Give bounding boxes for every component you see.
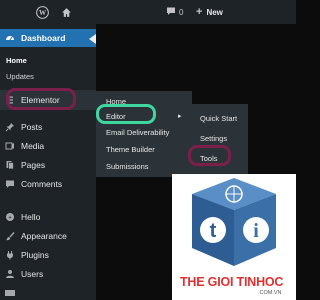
sidebar-item-label: Users	[21, 269, 44, 279]
submenu-item-updates[interactable]: Updates	[0, 69, 96, 83]
sidebar-item-hello[interactable]: + Hello	[0, 208, 96, 226]
highlight-ring-tools	[188, 145, 231, 166]
chevron-right-icon: ▸	[178, 113, 182, 120]
sidebar-item-label: Dashboard	[21, 33, 66, 43]
sidebar-item-appearance[interactable]: Appearance	[0, 227, 96, 245]
flyout-item-quick-start[interactable]: Quick Start	[190, 111, 248, 125]
sidebar-item-label: Appearance	[21, 231, 67, 241]
sidebar-item-label: Comments	[21, 179, 63, 189]
sidebar-item-label: Hello	[21, 212, 41, 222]
hello-icon: +	[5, 212, 15, 222]
svg-text:t: t	[210, 220, 217, 242]
flyout-item-submissions[interactable]: Submissions	[96, 159, 192, 173]
active-pointer-arrow	[89, 34, 96, 44]
comment-icon	[5, 179, 15, 189]
comment-bubble-icon	[166, 6, 176, 18]
wordpress-logo-icon[interactable]: W	[36, 0, 49, 24]
sidebar-item-plugins[interactable]: Plugins	[0, 246, 96, 264]
pin-icon	[5, 122, 15, 132]
brand-domain: .COM.VN	[258, 290, 282, 296]
sidebar-item-posts[interactable]: Posts	[0, 118, 96, 136]
dashboard-icon	[5, 33, 15, 43]
flyout-item-settings[interactable]: Settings	[190, 131, 248, 145]
sidebar-item-label: Posts	[21, 122, 43, 132]
svg-text:i: i	[253, 220, 259, 242]
sidebar-item-label: Media	[21, 141, 45, 151]
plus-icon: +	[196, 6, 203, 18]
brand-name: THE GIOI TINHOC	[180, 275, 284, 289]
admin-sidebar: Dashboard Home Updates Elementor Posts M…	[0, 24, 96, 300]
sidebar-item-pages[interactable]: Pages	[0, 156, 96, 174]
new-label: New	[206, 7, 223, 17]
user-icon	[5, 269, 15, 279]
highlight-ring-editor	[96, 104, 156, 124]
svg-text:W: W	[39, 9, 47, 17]
svg-text:+: +	[8, 215, 11, 221]
sidebar-item-media[interactable]: Media	[0, 137, 96, 155]
sidebar-item-dashboard[interactable]: Dashboard	[0, 29, 96, 47]
flyout-item-theme-builder[interactable]: Theme Builder	[96, 142, 192, 156]
sidebar-item-label: Pages	[21, 160, 46, 170]
watermark-logo: t i THE GIOI TINHOC .COM.VN	[172, 174, 296, 300]
sidebar-item-users[interactable]: Users	[0, 265, 96, 283]
cube-logo-icon: t i	[192, 178, 276, 266]
media-icon	[5, 141, 15, 151]
tools-icon-partial	[5, 290, 15, 296]
flyout-item-email-deliverability[interactable]: Email Deliverability	[96, 125, 192, 139]
pages-icon	[5, 160, 15, 170]
home-icon[interactable]	[61, 0, 72, 24]
admin-top-bar: W 0 + New	[0, 0, 296, 24]
comments-link[interactable]: 0	[166, 0, 183, 24]
sidebar-item-comments[interactable]: Comments	[0, 175, 96, 193]
brush-icon	[5, 231, 15, 241]
sidebar-item-label: Plugins	[21, 250, 49, 260]
comment-count: 0	[179, 7, 184, 17]
highlight-ring-elementor	[6, 88, 76, 110]
submenu-item-home[interactable]: Home	[0, 53, 96, 67]
plugin-icon	[5, 250, 15, 260]
new-content-link[interactable]: + New	[196, 0, 223, 24]
